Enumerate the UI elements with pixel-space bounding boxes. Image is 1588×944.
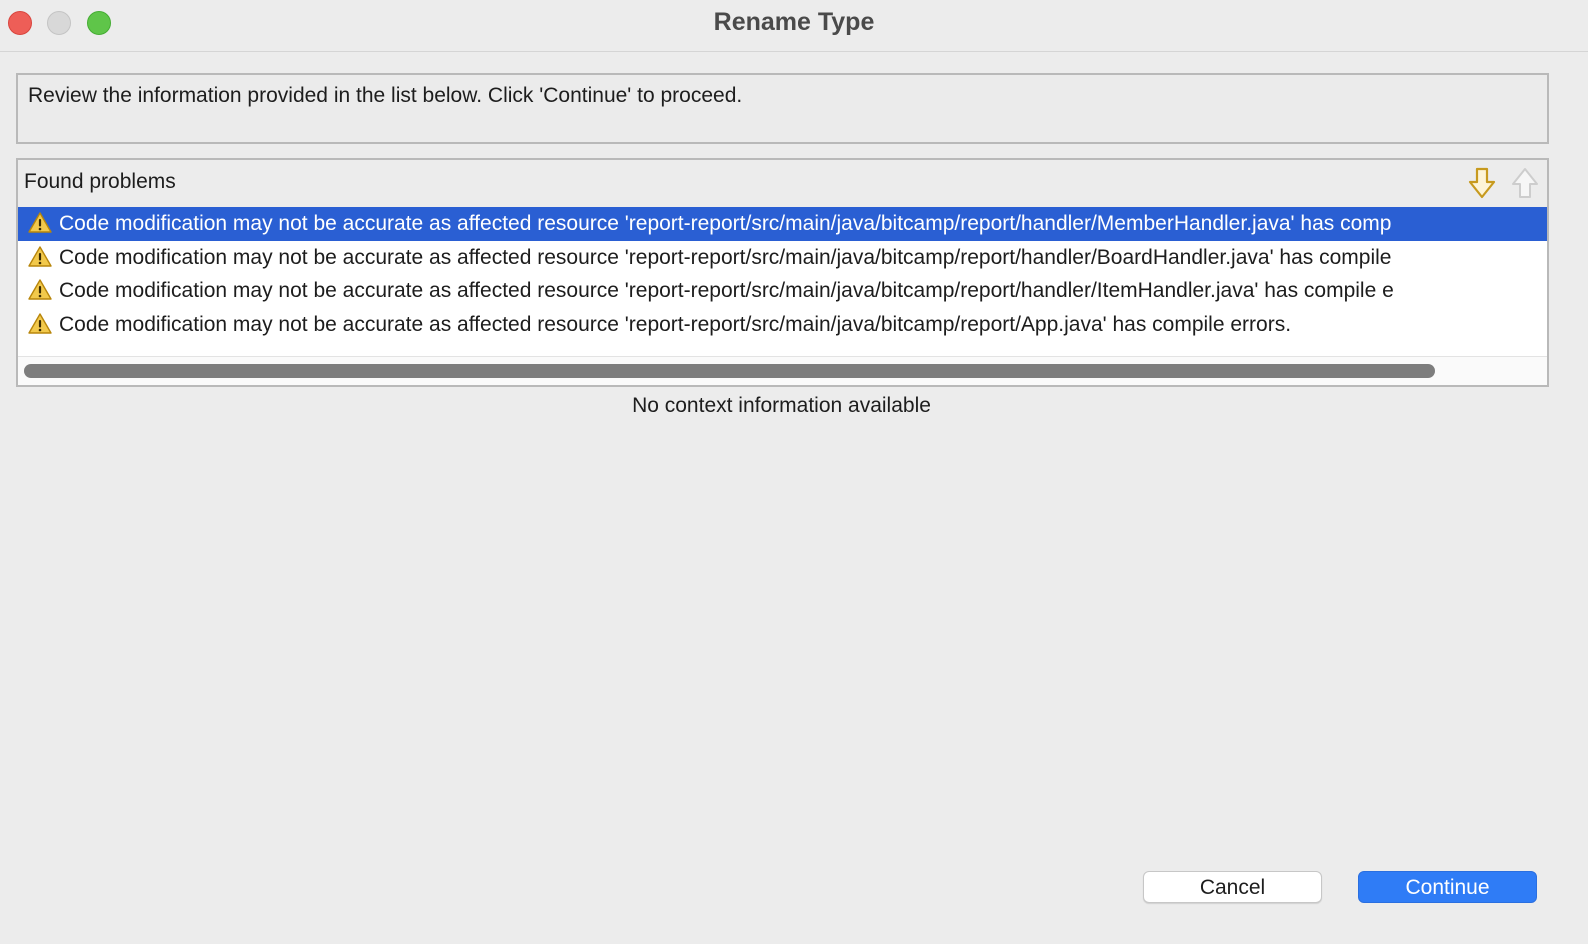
list-item-text: Code modification may not be accurate as… [59,279,1394,302]
list-item-text: Code modification may not be accurate as… [59,245,1392,269]
warning-icon [28,212,52,233]
list-item[interactable]: Code modification may not be accurate as… [18,241,1547,275]
list-item-text: Code modification may not be accurate as… [59,212,1392,235]
list-item[interactable]: Code modification may not be accurate as… [18,308,1547,342]
panel-title: Found problems [24,170,176,193]
arrow-down-icon [1468,167,1496,199]
warning-icon [28,279,52,300]
arrow-up-icon [1512,168,1538,198]
warning-icon [28,312,52,334]
warning-icon [28,245,52,267]
problems-list: Code modification may not be accurate as… [18,207,1547,353]
list-item[interactable]: Code modification may not be accurate as… [18,207,1547,241]
next-problem-button[interactable] [1466,166,1498,200]
list-item[interactable]: Code modification may not be accurate as… [18,274,1547,308]
previous-problem-button[interactable] [1509,166,1541,200]
cancel-button[interactable]: Cancel [1143,871,1322,903]
panel-header: Found problems [18,160,1547,207]
horizontal-scrollbar[interactable] [18,356,1547,385]
continue-button[interactable]: Continue [1358,871,1537,903]
window-title: Rename Type [713,8,875,36]
found-problems-panel: Found problems Code modification may not… [16,158,1549,387]
title-bar: Rename Type [0,0,1588,52]
scrollbar-thumb[interactable] [24,364,1435,378]
list-item-text: Code modification may not be accurate as… [59,312,1292,336]
message-area: Review the information provided in the l… [16,73,1549,144]
context-info-text: No context information available [632,394,931,417]
message-text: Review the information provided in the l… [28,84,743,107]
